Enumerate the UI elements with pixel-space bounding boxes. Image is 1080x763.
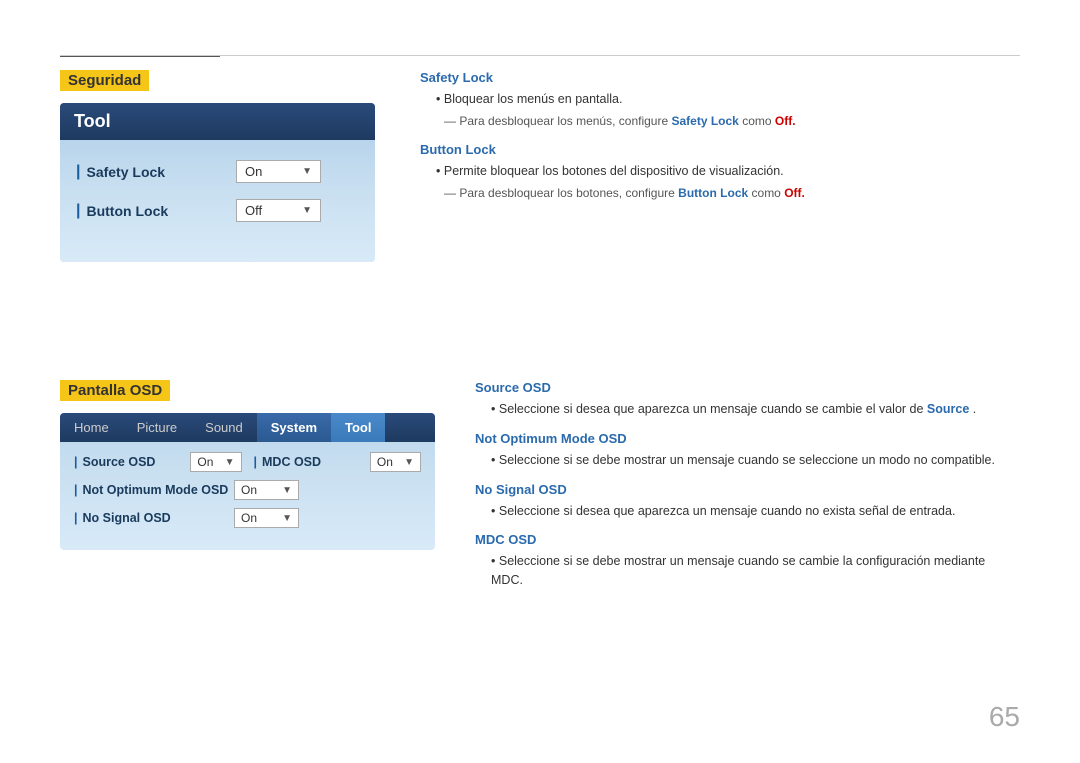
pantalla-osd-header: Pantalla OSD <box>60 380 170 401</box>
safety-lock-label: Safety Lock <box>76 163 236 181</box>
chevron-down-icon: ▼ <box>282 485 292 496</box>
top-info-panel: Safety Lock Bloquear los menús en pantal… <box>420 70 1020 262</box>
button-lock-select[interactable]: Off ▼ <box>236 199 321 222</box>
tool-box-title: Tool <box>60 103 375 140</box>
source-osd-bullet: Seleccione si desea que aparezca un mens… <box>475 400 1020 419</box>
page-container: Seguridad Tool Safety Lock On ▼ <box>0 0 1080 763</box>
osd-body: Source OSD On ▼ MDC OSD On ▼ <box>60 442 435 550</box>
tab-home[interactable]: Home <box>60 413 123 442</box>
not-optimum-bullet: Seleccione si se debe mostrar un mensaje… <box>475 451 1020 470</box>
not-optimum-select[interactable]: On ▼ <box>234 480 299 500</box>
no-signal-label: No Signal OSD <box>74 511 234 525</box>
left-panel: Seguridad Tool Safety Lock On ▼ <box>60 70 380 262</box>
safety-lock-select[interactable]: On ▼ <box>236 160 321 183</box>
seguridad-header: Seguridad <box>60 70 149 91</box>
chevron-down-icon: ▼ <box>225 457 235 468</box>
tab-picture[interactable]: Picture <box>123 413 191 442</box>
mdc-osd-label: MDC OSD <box>254 455 370 469</box>
mdc-osd-title: MDC OSD <box>475 532 1020 547</box>
not-optimum-label: Not Optimum Mode OSD <box>74 483 234 497</box>
safety-lock-off: Off. <box>775 114 796 128</box>
source-osd-select[interactable]: On ▼ <box>190 452 241 472</box>
tab-sound[interactable]: Sound <box>191 413 257 442</box>
source-osd-title: Source OSD <box>475 380 1020 395</box>
not-optimum-title: Not Optimum Mode OSD <box>475 431 1020 446</box>
mdc-osd-bullet: Seleccione si se debe mostrar un mensaje… <box>475 552 1020 590</box>
top-rule <box>60 55 1020 56</box>
tab-system[interactable]: System <box>257 413 331 442</box>
button-lock-title: Button Lock <box>420 142 1020 157</box>
button-lock-row: Button Lock Off ▼ <box>76 199 359 222</box>
osd-tabs: Home Picture Sound System Tool <box>60 413 435 442</box>
source-osd-label: Source OSD <box>74 455 190 469</box>
bottom-right-panel: Source OSD Seleccione si desea que apare… <box>475 380 1020 593</box>
tool-box: Tool Safety Lock On ▼ Button Lock <box>60 103 375 262</box>
bottom-section: Pantalla OSD Home Picture Sound System T… <box>60 380 1020 593</box>
not-optimum-row: Not Optimum Mode OSD On ▼ <box>74 480 421 500</box>
chevron-down-icon: ▼ <box>302 166 312 177</box>
tab-tool[interactable]: Tool <box>331 413 385 442</box>
no-signal-title: No Signal OSD <box>475 482 1020 497</box>
safety-lock-row: Safety Lock On ▼ <box>76 160 359 183</box>
safety-lock-sub: Para desbloquear los menús, configure Sa… <box>420 112 1020 130</box>
top-section: Seguridad Tool Safety Lock On ▼ <box>60 70 1020 262</box>
chevron-down-icon: ▼ <box>282 513 292 524</box>
chevron-down-icon: ▼ <box>302 205 312 216</box>
no-signal-bullet: Seleccione si desea que aparezca un mens… <box>475 502 1020 521</box>
no-signal-select[interactable]: On ▼ <box>234 508 299 528</box>
button-lock-link: Button Lock <box>678 186 748 200</box>
button-lock-sub: Para desbloquear los botones, configure … <box>420 184 1020 202</box>
source-link: Source <box>927 402 969 416</box>
tool-box-body: Safety Lock On ▼ Button Lock Off <box>60 140 375 262</box>
no-signal-row: No Signal OSD On ▼ <box>74 508 421 528</box>
mdc-osd-select[interactable]: On ▼ <box>370 452 421 472</box>
button-lock-label: Button Lock <box>76 202 236 220</box>
chevron-down-icon: ▼ <box>404 457 414 468</box>
page-number: 65 <box>989 701 1020 733</box>
safety-lock-link: Safety Lock <box>671 114 738 128</box>
button-lock-off: Off. <box>784 186 805 200</box>
bottom-left-panel: Pantalla OSD Home Picture Sound System T… <box>60 380 435 593</box>
safety-lock-bullet: Bloquear los menús en pantalla. <box>420 90 1020 109</box>
button-lock-bullet: Permite bloquear los botones del disposi… <box>420 162 1020 181</box>
osd-box: Home Picture Sound System Tool Source OS… <box>60 413 435 550</box>
source-osd-row: Source OSD On ▼ MDC OSD On ▼ <box>74 452 421 472</box>
safety-lock-title: Safety Lock <box>420 70 1020 85</box>
